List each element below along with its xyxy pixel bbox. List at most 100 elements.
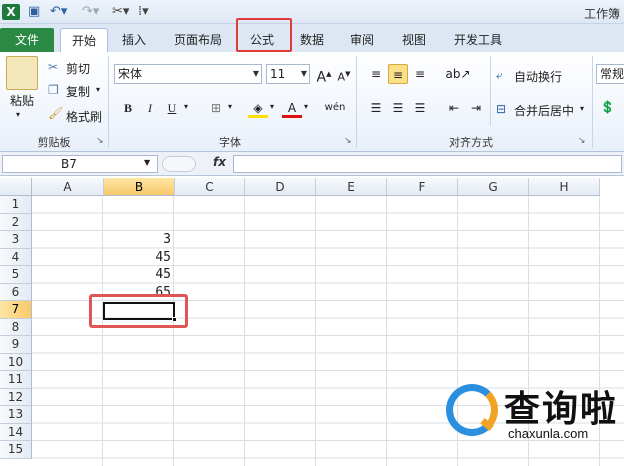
redo-icon[interactable]: ↷▾ [82,4,99,20]
currency-icon[interactable]: 💲 [600,100,615,114]
customize-qat-icon[interactable]: ⁞▾ [138,4,149,20]
column-header-a[interactable]: A [32,178,104,196]
row-header-13[interactable]: 13 [0,406,32,424]
search-logo-icon [446,384,498,436]
tab-review[interactable]: 审阅 [340,28,384,52]
ribbon-separator [490,56,491,126]
tab-home[interactable]: 开始 [60,28,108,52]
format-painter-icon: 🖌 [48,106,64,120]
row-header-8[interactable]: 8 [0,318,32,336]
chevron-down-icon: ▼ [252,69,259,78]
excel-logo-icon: X [2,4,20,20]
borders-dropdown-icon[interactable]: ▾ [228,102,232,111]
decrease-indent-icon[interactable]: ⇤ [444,98,464,118]
tab-developer[interactable]: 开发工具 [444,28,512,52]
undo-icon[interactable]: ↶▾ [50,4,67,20]
tools-icon[interactable]: ✂▾ [112,4,129,20]
font-color-dropdown-icon[interactable]: ▾ [304,102,308,111]
insert-function-icon[interactable]: fx [213,155,226,169]
align-bottom-icon[interactable]: ≡ [410,64,430,84]
row-header-4[interactable]: 4 [0,248,32,266]
bold-button[interactable]: B [118,98,138,118]
row-header-7[interactable]: 7 [0,301,32,319]
row-header-9[interactable]: 9 [0,336,32,354]
tab-page-layout[interactable]: 页面布局 [164,28,232,52]
align-top-icon[interactable]: ≡ [366,64,386,84]
formula-bar-expand-icon[interactable] [162,156,196,172]
row-header-3[interactable]: 3 [0,231,32,249]
cell-b3[interactable]: 3 [104,231,171,248]
underline-dropdown-icon[interactable]: ▾ [184,102,188,111]
watermark-url: chaxunla.com [508,426,589,441]
row-header-12[interactable]: 12 [0,388,32,406]
font-name-select[interactable]: 宋体 ▼ [114,64,262,84]
fill-dropdown-icon[interactable]: ▾ [270,102,274,111]
select-all-corner[interactable] [0,178,32,196]
font-group-label: 字体 [219,136,241,149]
clipboard-launcher-icon[interactable]: ↘ [96,136,104,146]
shrink-font-button[interactable]: A▼ [334,64,354,84]
watermark-text: 查询啦 [504,389,619,430]
font-color-button[interactable]: A [282,98,302,118]
borders-icon[interactable]: ⊞ [206,98,226,118]
formula-bar: B7 ▼ fx [0,152,624,176]
tab-view[interactable]: 视图 [392,28,436,52]
font-size-select[interactable]: 11 ▼ [266,64,310,84]
merge-center-button[interactable]: 合并后居中 [514,102,574,119]
align-right-icon[interactable]: ☰ [410,98,430,118]
format-painter-button[interactable]: 格式刷 [66,108,102,125]
formula-input[interactable] [233,155,622,173]
wrap-text-button[interactable]: 自动换行 [514,68,562,85]
row-header-14[interactable]: 14 [0,423,32,441]
underline-button[interactable]: U [162,98,182,118]
row-header-1[interactable]: 1 [0,196,32,214]
font-launcher-icon[interactable]: ↘ [344,136,352,146]
align-middle-icon[interactable]: ≡ [388,64,408,84]
orientation-icon[interactable]: ab↗ [444,64,472,84]
column-header-f[interactable]: F [387,178,458,196]
paste-dropdown-icon[interactable]: ▾ [16,110,20,119]
row-header-2[interactable]: 2 [0,213,32,231]
name-box-dropdown-icon[interactable]: ▼ [144,158,150,167]
cell-b5[interactable]: 45 [104,266,171,283]
increase-indent-icon[interactable]: ⇥ [466,98,486,118]
name-box[interactable]: B7 [2,155,158,173]
chevron-down-icon: ▼ [300,69,307,78]
row-header-5[interactable]: 5 [0,266,32,284]
row-header-11[interactable]: 11 [0,371,32,389]
column-header-b[interactable]: B [104,178,175,196]
align-left-icon[interactable]: ☰ [366,98,386,118]
cut-button[interactable]: 剪切 [66,60,90,77]
fill-color-icon[interactable]: ◈ [248,98,268,118]
copy-button[interactable]: 复制 [66,83,90,100]
row-header-15[interactable]: 15 [0,441,32,459]
font-size-value: 11 [270,67,286,81]
ribbon-tabs: 文件 开始 插入 页面布局 公式 数据 审阅 视图 开发工具 [0,24,624,52]
cell-b4[interactable]: 45 [104,249,171,266]
ribbon-separator [592,56,593,148]
row-header-6[interactable]: 6 [0,283,32,301]
paste-button[interactable]: 粘贴 [10,92,34,109]
grow-font-button[interactable]: A▲ [314,64,334,86]
copy-dropdown-icon[interactable]: ▾ [96,85,100,94]
tab-insert[interactable]: 插入 [112,28,156,52]
copy-icon: ❐ [48,83,59,97]
clipboard-group-label: 剪贴板 [37,136,71,149]
column-header-d[interactable]: D [245,178,316,196]
column-header-c[interactable]: C [175,178,245,196]
tab-file[interactable]: 文件 [0,28,54,52]
paste-icon[interactable] [6,56,38,90]
row-header-10[interactable]: 10 [0,353,32,371]
tab-data[interactable]: 数据 [290,28,334,52]
save-icon[interactable]: ▣ [28,4,40,20]
column-header-e[interactable]: E [316,178,387,196]
number-format-select[interactable]: 常规 [596,64,624,84]
merge-dropdown-icon[interactable]: ▾ [580,104,584,113]
watermark-logo: 查询啦 chaxunla.com [446,378,624,458]
align-center-icon[interactable]: ☰ [388,98,408,118]
italic-button[interactable]: I [140,98,160,118]
column-header-g[interactable]: G [458,178,529,196]
column-header-h[interactable]: H [529,178,600,196]
alignment-launcher-icon[interactable]: ↘ [578,136,586,146]
phonetic-button[interactable]: wén [322,98,348,118]
